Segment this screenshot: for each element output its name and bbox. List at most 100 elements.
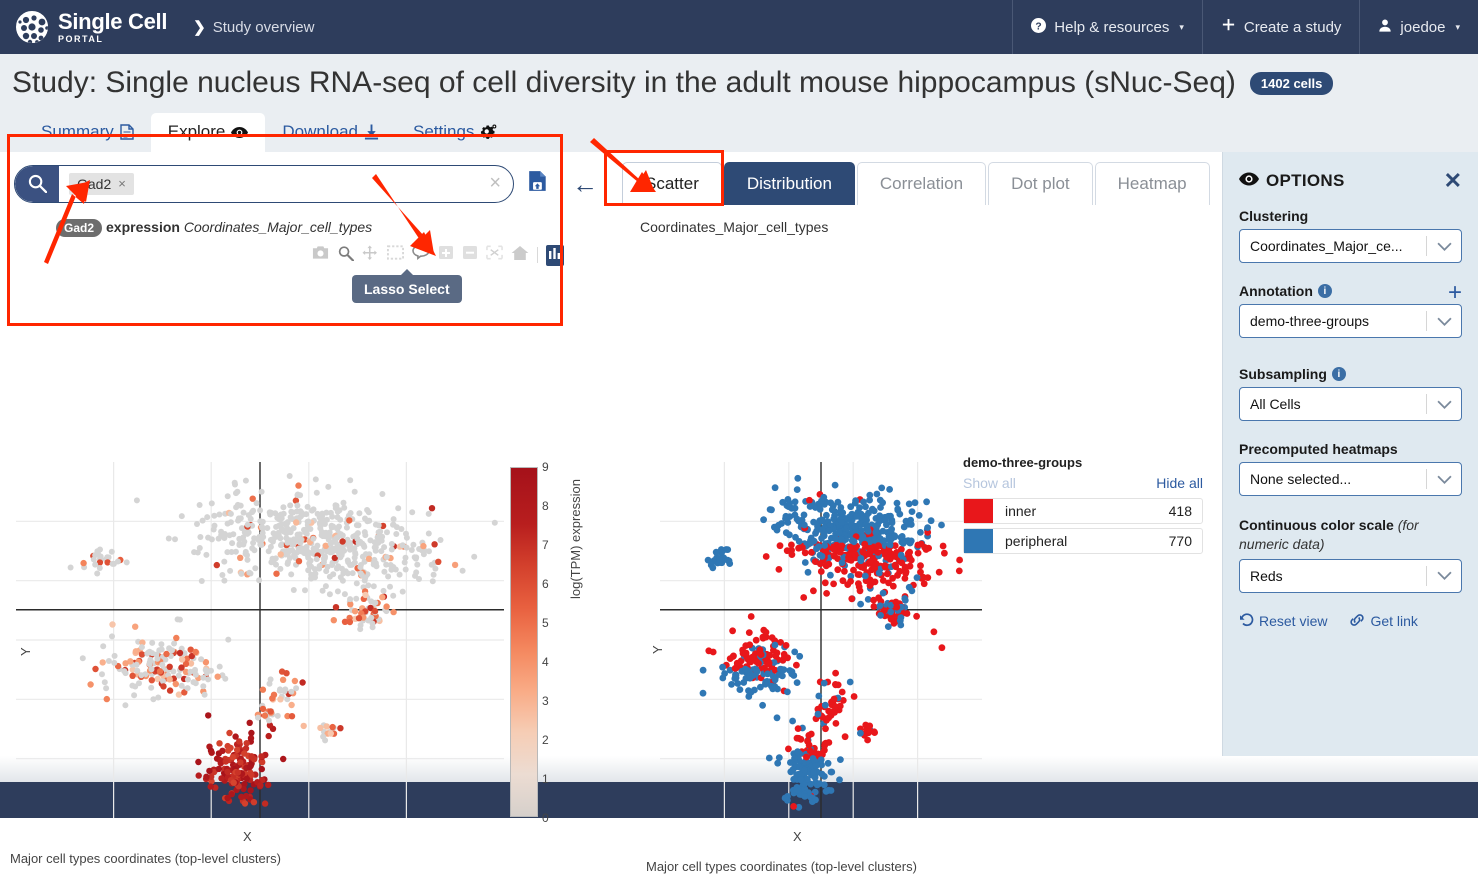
colorbar-tick: 8 (542, 499, 549, 513)
colorbar-tick: 7 (542, 538, 549, 552)
zoom-out-icon[interactable] (462, 245, 478, 265)
pan-icon[interactable] (362, 244, 379, 266)
search-and-plot-tabs-row: Gad2 × × ← Scatter Distribution Correlat… (0, 152, 1222, 205)
info-icon[interactable]: i (1331, 367, 1346, 381)
file-upload-icon[interactable] (524, 170, 552, 197)
nav-create-study[interactable]: Create a study (1201, 0, 1360, 54)
color-scale-value: Reds (1250, 567, 1283, 584)
search-input[interactable]: Gad2 × (59, 172, 489, 195)
legend-item-inner[interactable]: inner 418 (963, 498, 1203, 524)
left-scatter-plot[interactable] (0, 456, 510, 836)
search-tag-gad2[interactable]: Gad2 × (69, 172, 134, 195)
gene-search-box[interactable]: Gad2 × × (14, 164, 514, 203)
study-tab-explore[interactable]: Explore (150, 113, 266, 166)
tab-scatter[interactable]: Scatter (622, 162, 722, 205)
study-tab-settings[interactable]: Settings (396, 113, 514, 152)
brand-logo-group[interactable]: Single Cell PORTAL (0, 9, 167, 45)
precomputed-heatmaps-select[interactable]: None selected... (1239, 462, 1462, 496)
chevron-down-icon: ▾ (1455, 21, 1460, 32)
legend-item-peripheral[interactable]: peripheral 770 (963, 528, 1203, 554)
svg-text:?: ? (1036, 21, 1042, 32)
study-tab-summary[interactable]: Summary (24, 113, 151, 152)
brand-title: Single Cell (58, 8, 168, 34)
right-scatter-plot[interactable] (648, 456, 988, 836)
hide-all-link[interactable]: Hide all (1156, 475, 1203, 491)
eye-icon (1239, 172, 1259, 191)
colorbar: 9 8 7 6 5 4 3 2 1 0 log(TPM) expression (510, 460, 583, 825)
reset-view-link[interactable]: Reset view (1239, 613, 1327, 630)
color-scale-label-text: Continuous color scale (1239, 517, 1394, 533)
tab-correlation[interactable]: Correlation (856, 162, 987, 205)
chevron-down-icon (1427, 317, 1461, 326)
annotation-select[interactable]: demo-three-groups (1239, 304, 1462, 338)
home-reset-icon[interactable] (511, 245, 529, 266)
right-plot-caption: Major cell types coordinates (top-level … (646, 859, 917, 874)
question-circle-icon: ? (1031, 17, 1047, 37)
precomputed-heatmaps-label: Precomputed heatmaps (1239, 441, 1398, 457)
arrow-left-icon[interactable]: ← (562, 171, 608, 197)
study-tab-explore-label: Explore (167, 122, 226, 141)
subsampling-label: Subsampling i (1239, 366, 1462, 382)
clustering-select[interactable]: Coordinates_Major_ce... (1239, 229, 1462, 263)
chevron-down-icon: ▾ (1179, 21, 1184, 32)
legend-label: inner (1005, 503, 1037, 519)
gear-icon (480, 124, 497, 140)
search-icon[interactable] (15, 165, 59, 202)
legend-label: peripheral (1005, 533, 1068, 549)
zoom-icon[interactable] (337, 245, 355, 266)
right-plot-xlabel: X (793, 829, 802, 844)
show-all-link[interactable]: Show all (963, 475, 1016, 491)
tab-heatmap[interactable]: Heatmap (1094, 162, 1210, 205)
lasso-select-tooltip: Lasso Select (352, 269, 462, 303)
clear-search-icon[interactable]: × (489, 172, 513, 195)
zoom-in-icon[interactable] (438, 245, 454, 265)
annotation-row-head: Annotation i + (1239, 280, 1462, 304)
title-row: Study: Single nucleus RNA-seq of cell di… (0, 54, 1478, 108)
colorbar-tick: 9 (542, 460, 549, 474)
plots-column: Gad2 × × ← Scatter Distribution Correlat… (0, 152, 1222, 874)
colorbar-title: log(TPM) expression (568, 479, 583, 599)
add-annotation-button[interactable]: + (1448, 280, 1462, 304)
close-icon[interactable]: × (118, 176, 126, 191)
plotly-logo-icon[interactable] (546, 244, 564, 266)
brand-text: Single Cell PORTAL (58, 8, 168, 44)
legend-links: Show all Hide all (963, 475, 1203, 491)
camera-icon[interactable] (312, 245, 329, 265)
legend-count: 770 (1168, 533, 1192, 549)
user-icon (1378, 18, 1392, 37)
clustering-label: Clustering (1239, 208, 1309, 224)
undo-icon (1239, 613, 1254, 630)
breadcrumb-label: Study overview (212, 18, 315, 36)
nav-user-label: joedoe (1400, 18, 1446, 36)
tab-distribution[interactable]: Distribution (723, 162, 855, 205)
chevron-right-icon: ❯ (193, 19, 206, 36)
plus-icon (1221, 18, 1236, 37)
colorbar-tick: 0 (542, 811, 549, 825)
study-tab-settings-label: Settings (412, 122, 475, 141)
info-icon[interactable]: i (1317, 284, 1332, 298)
nav-help-resources[interactable]: ? Help & resources ▾ (1012, 0, 1202, 54)
study-tab-download[interactable]: Download (265, 113, 396, 152)
color-scale-select[interactable]: Reds (1239, 558, 1462, 593)
main-content-area: Gad2 × × ← Scatter Distribution Correlat… (0, 152, 1478, 874)
get-link-link[interactable]: Get link (1349, 613, 1418, 630)
colorbar-tick: 4 (542, 655, 549, 669)
page-title: Study: Single nucleus RNA-seq of cell di… (12, 66, 1236, 99)
study-tab-bar: Summary Explore Download Settings (0, 108, 1478, 166)
nav-user-menu[interactable]: joedoe ▾ (1359, 0, 1478, 54)
tab-dot-plot[interactable]: Dot plot (988, 162, 1093, 205)
subsampling-select[interactable]: All Cells (1239, 387, 1462, 421)
document-icon (120, 124, 134, 140)
study-tab-download-label: Download (282, 122, 358, 141)
left-plot-caption: Major cell types coordinates (top-level … (10, 851, 281, 866)
brand-subtitle: PORTAL (58, 33, 104, 44)
close-icon[interactable]: ✕ (1444, 170, 1462, 192)
lasso-select-icon[interactable] (412, 244, 430, 266)
top-navigation-bar: Single Cell PORTAL ❯ Study overview ? He… (0, 0, 1478, 54)
autoscale-icon[interactable] (486, 245, 503, 265)
modebar-divider (537, 247, 538, 263)
breadcrumb[interactable]: ❯ Study overview (193, 18, 315, 37)
search-tag-label: Gad2 (77, 175, 112, 192)
chevron-down-icon (1427, 400, 1461, 409)
box-select-icon[interactable] (387, 245, 404, 265)
